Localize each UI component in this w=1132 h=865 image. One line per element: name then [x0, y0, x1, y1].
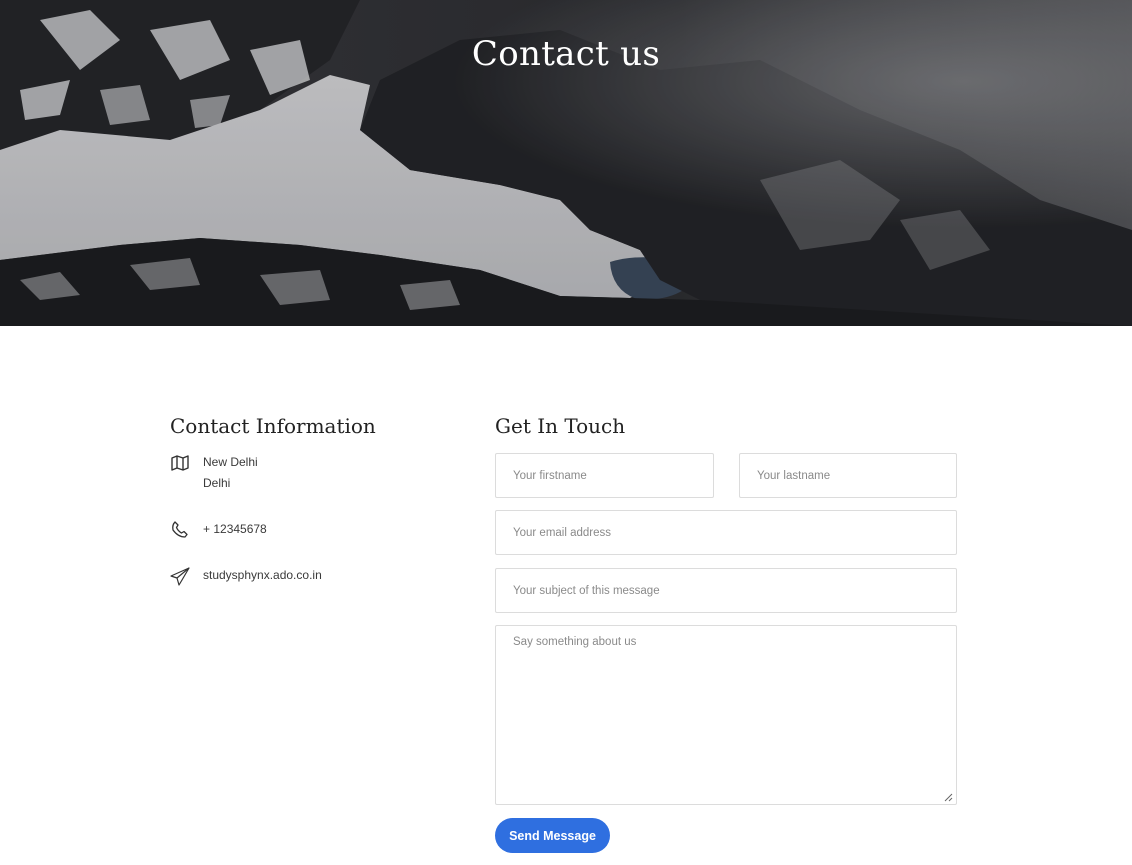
- phone-number: + 12345678: [203, 522, 267, 536]
- email-address: studysphynx.ado.co.in: [203, 568, 322, 582]
- email-item: studysphynx.ado.co.in: [170, 565, 460, 587]
- contact-information-section: Contact Information New Delhi Delhi + 12…: [170, 412, 460, 586]
- email-input[interactable]: [495, 510, 957, 555]
- resize-handle-icon[interactable]: [944, 793, 953, 802]
- phone-item: + 12345678: [170, 519, 460, 541]
- address-line-2: Delhi: [203, 476, 231, 490]
- subject-input[interactable]: [495, 568, 957, 613]
- hero-banner: Contact us: [0, 0, 1132, 326]
- firstname-input[interactable]: [495, 453, 714, 498]
- contact-form: Get In Touch Send Message: [495, 412, 957, 853]
- send-message-button[interactable]: Send Message: [495, 818, 610, 853]
- address-item: New Delhi Delhi: [170, 452, 460, 496]
- message-textarea[interactable]: [495, 625, 957, 805]
- paper-plane-icon: [170, 566, 190, 586]
- lastname-input[interactable]: [739, 453, 957, 498]
- page-title: Contact us: [471, 34, 661, 74]
- contact-information-heading: Contact Information: [170, 414, 376, 438]
- map-icon: [170, 453, 190, 473]
- phone-icon: [170, 520, 190, 540]
- address-line-1: New Delhi: [203, 455, 258, 469]
- address-text: New Delhi Delhi: [203, 452, 258, 494]
- get-in-touch-heading: Get In Touch: [495, 414, 626, 438]
